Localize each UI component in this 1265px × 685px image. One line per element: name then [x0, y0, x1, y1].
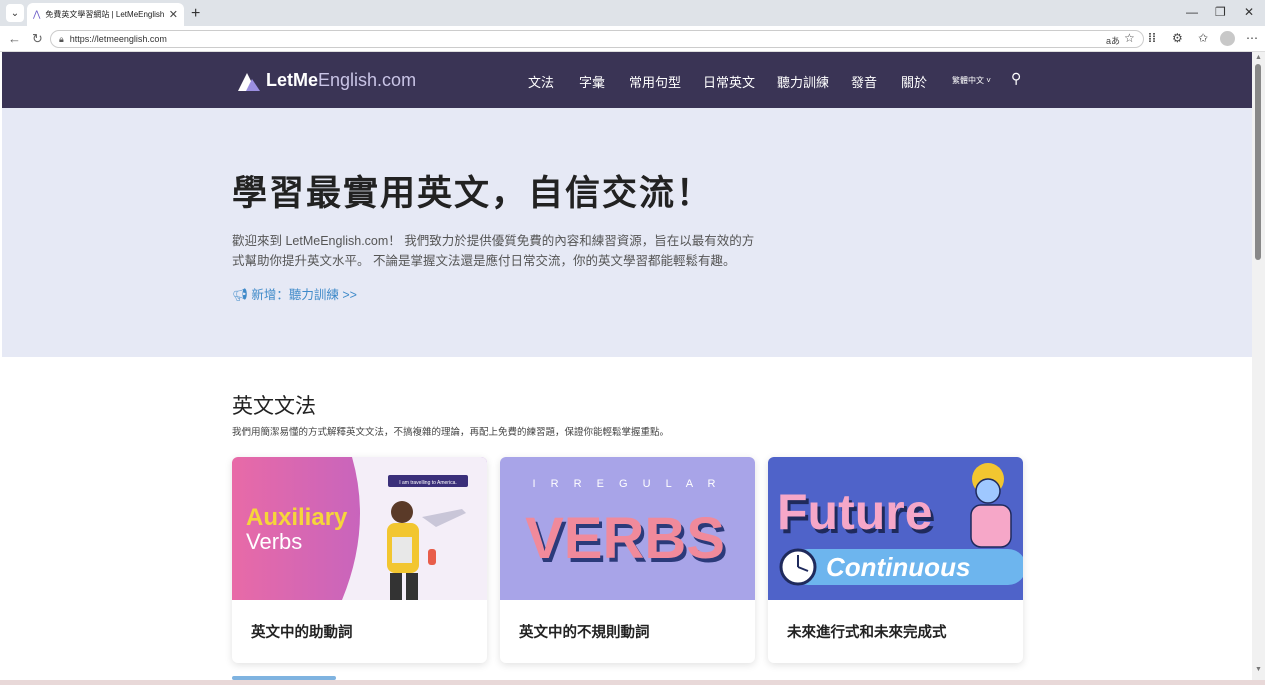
scroll-up-arrow-icon[interactable]: ▲ — [1255, 54, 1262, 61]
card-image-top-text: I R R E G U L A R — [532, 478, 721, 490]
close-tab-icon[interactable]: ✕ — [169, 8, 178, 21]
section-subtitle: 我們用簡潔易懂的方式解釋英文文法，不搞複雜的理論，再配上免費的練習題，保證你能輕… — [232, 427, 670, 438]
tab-title: 免費英文學習網站 | LetMeEnglish.c — [45, 10, 165, 19]
logo-bold-text: LetMe — [266, 70, 319, 90]
url-field[interactable]: 🔒︎ https://letmeenglish.com — [50, 30, 1144, 48]
nav-item-vocabulary[interactable]: 字彙 — [579, 72, 605, 91]
card-image-line2: Continuous — [826, 552, 970, 582]
browser-address-bar: ← ↻ 🔒︎ https://letmeenglish.com aあ ☆ ⁞⁞ … — [0, 26, 1265, 52]
nav-item-listening[interactable]: 聽力訓練 — [777, 72, 829, 91]
extension-icon[interactable]: ⁞⁞ — [1148, 31, 1156, 45]
web-page: LetMe English.com 文法 字彙 常用句型 日常英文 聽力訓練 發音… — [2, 52, 1252, 685]
favorites-icon[interactable]: ✩ — [1198, 31, 1208, 45]
card-image-line2: Verbs — [246, 529, 302, 554]
more-menu-icon[interactable]: ⋯ — [1246, 31, 1258, 45]
card-image-irregular-verbs: I R R E G U L A R VERBS VERBS — [500, 457, 755, 600]
site-header: LetMe English.com 文法 字彙 常用句型 日常英文 聽力訓練 發音… — [2, 52, 1252, 108]
close-window-icon[interactable]: ✕ — [1244, 5, 1254, 19]
card-auxiliary-verbs[interactable]: I am travelling to America. Auxiliary Ve… — [232, 457, 487, 663]
search-icon[interactable]: ⚲ — [1011, 70, 1021, 87]
card-irregular-verbs[interactable]: I R R E G U L A R VERBS VERBS 英文中的不規則動詞 — [500, 457, 755, 663]
url-text: https://letmeenglish.com — [69, 34, 167, 44]
card-title: 未來進行式和未來完成式 — [787, 625, 947, 641]
hero-description: 歡迎來到 LetMeEnglish.com！ 我們致力於提供優質免費的內容和練習… — [232, 234, 755, 268]
taskbar-edge — [0, 680, 1265, 685]
card-image-future-continuous: Future Future Continuous — [768, 457, 1023, 600]
new-tab-icon[interactable]: + — [191, 5, 200, 23]
hero-title: 學習最實用英文，自信交流！ — [232, 174, 714, 213]
restore-icon[interactable]: ❐ — [1215, 5, 1226, 19]
language-selector[interactable]: 繁體中文 ˅ — [952, 75, 991, 86]
card-future-continuous[interactable]: Future Future Continuous 未來進行式和未來完成式 — [768, 457, 1023, 663]
nav-item-daily-english[interactable]: 日常英文 — [703, 72, 755, 91]
logo-thin-text: English.com — [318, 70, 417, 90]
scrollbar-thumb[interactable] — [1255, 64, 1261, 260]
site-favicon-icon: ⋀ — [33, 9, 41, 19]
extensions-puzzle-icon[interactable]: ⚙ — [1172, 31, 1183, 45]
site-logo[interactable]: LetMe English.com — [238, 70, 416, 91]
page-scrollbar[interactable]: ▲ ▼ — [1252, 52, 1265, 685]
megaphone-icon: 📢︎ — [232, 288, 248, 302]
read-aloud-icon[interactable]: aあ — [1106, 34, 1120, 47]
nav-item-pronunciation[interactable]: 發音 — [851, 72, 877, 91]
card-title: 英文中的助動詞 — [251, 625, 353, 641]
card-image-main-text: VERBS — [525, 506, 725, 571]
card-image-auxiliary-verbs: I am travelling to America. Auxiliary Ve… — [232, 457, 487, 600]
scroll-down-arrow-icon[interactable]: ▼ — [1255, 666, 1262, 673]
nav-item-about[interactable]: 關於 — [901, 72, 927, 91]
logo-mountain-icon — [238, 72, 260, 91]
refresh-icon[interactable]: ↻ — [32, 31, 43, 47]
minimize-icon[interactable]: — — [1186, 5, 1198, 19]
section-title: 英文文法 — [232, 395, 316, 418]
back-icon[interactable]: ← — [8, 31, 21, 46]
browser-tab[interactable]: ⋀ 免費英文學習網站 | LetMeEnglish.c ✕ — [27, 3, 184, 26]
card-image-line1: Auxiliary — [246, 504, 348, 531]
favorite-star-icon[interactable]: ☆ — [1124, 31, 1135, 45]
new-listening-link[interactable]: 📢︎ 新增：聽力訓練 >> — [232, 284, 357, 303]
tab-actions-menu-icon[interactable]: ⌄ — [6, 4, 24, 22]
browser-tab-bar: ⌄ ⋀ 免費英文學習網站 | LetMeEnglish.c ✕ + — ❐ ✕ — [0, 0, 1265, 26]
nav-item-sentence-patterns[interactable]: 常用句型 — [629, 72, 681, 91]
card-image-bubble-text: I am travelling to America. — [399, 480, 457, 486]
lock-icon: 🔒︎ — [59, 33, 64, 44]
profile-avatar[interactable] — [1220, 31, 1235, 46]
new-listening-link-text: 新增：聽力訓練 >> — [251, 288, 357, 302]
card-image-line1: Future — [777, 484, 933, 540]
hero-banner: 學習最實用英文，自信交流！ 歡迎來到 LetMeEnglish.com！ 我們致… — [2, 108, 1252, 357]
nav-item-grammar[interactable]: 文法 — [528, 72, 554, 91]
card-title: 英文中的不規則動詞 — [519, 625, 650, 641]
